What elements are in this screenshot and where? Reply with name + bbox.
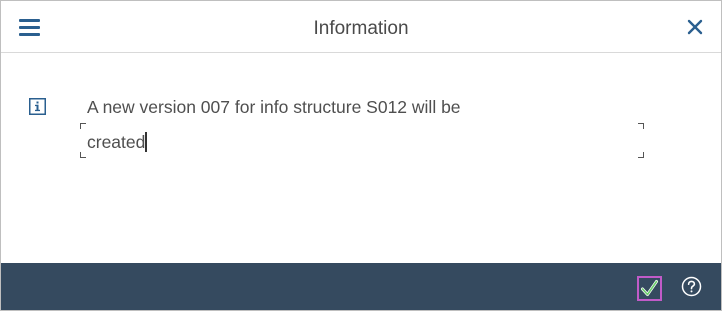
focus-corner-top-right xyxy=(638,123,644,129)
message-line-2-text: created xyxy=(87,132,146,152)
information-dialog: Information A new version 007 for info s… xyxy=(0,0,722,311)
checkmark-icon xyxy=(641,280,658,296)
info-icon xyxy=(29,98,46,115)
dialog-title: Information xyxy=(313,18,409,39)
message-text[interactable]: A new version 007 for info structure S01… xyxy=(80,92,645,160)
focus-corner-top-left xyxy=(80,123,86,129)
focus-corner-bottom-right xyxy=(638,152,644,158)
message-line-2: created xyxy=(87,132,147,153)
close-button[interactable] xyxy=(685,17,705,37)
help-button[interactable] xyxy=(681,276,702,297)
message-line-1: A new version 007 for info structure S01… xyxy=(87,97,461,117)
text-cursor xyxy=(145,132,147,152)
dialog-header: Information xyxy=(1,1,721,53)
focus-corner-bottom-left xyxy=(80,152,86,158)
ok-button[interactable] xyxy=(637,276,662,301)
dialog-footer xyxy=(1,263,721,310)
question-mark-icon xyxy=(681,276,702,297)
close-icon xyxy=(687,19,703,35)
